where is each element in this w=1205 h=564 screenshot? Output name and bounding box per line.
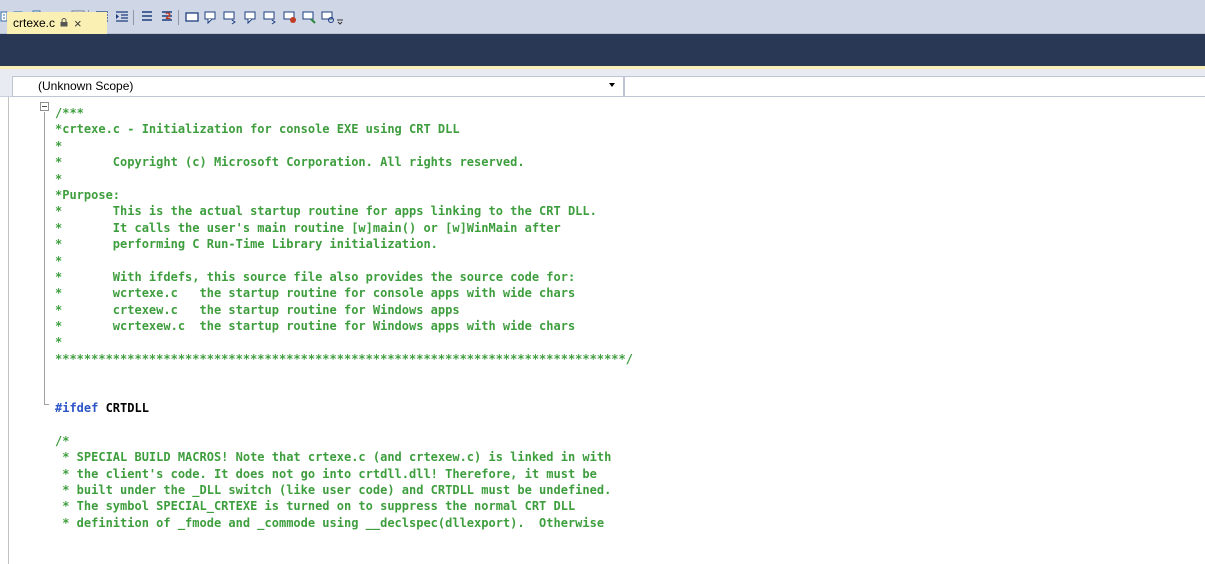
code-line[interactable]: #ifdef CRTDLL <box>55 400 633 416</box>
toolbar-separator <box>178 10 179 25</box>
comment-text: * It calls the user's main routine [w]ma… <box>55 220 561 235</box>
comment-text: *crtexe.c - Initialization for console E… <box>55 122 460 137</box>
comment-text: ****************************************… <box>55 351 633 366</box>
lock-icon <box>60 17 68 29</box>
comment-text: * wcrtexe.c the startup routine for cons… <box>55 286 576 301</box>
code-line[interactable]: * performing C Run-Time Library initiali… <box>55 236 633 252</box>
code-line[interactable]: * wcrtexew.c the startup routine for Win… <box>55 318 633 334</box>
scope-selected-value: (Unknown Scope) <box>38 79 134 93</box>
code-line[interactable]: * definition of _fmode and _commode usin… <box>55 515 633 531</box>
scope-dropdown[interactable]: (Unknown Scope) <box>12 76 624 97</box>
tab-title: crtexe.c <box>13 16 56 30</box>
code-line[interactable]: ****************************************… <box>55 351 633 367</box>
code-line[interactable]: * built under the _DLL switch (like user… <box>55 482 633 498</box>
comment-text: * SPECIAL BUILD MACROS! Note that crtexe… <box>55 450 612 465</box>
code-line[interactable]: * It calls the user's main routine [w]ma… <box>55 220 633 236</box>
code-line[interactable] <box>55 384 633 400</box>
chevron-down-icon <box>609 83 615 87</box>
comment-text: /*** <box>55 106 84 120</box>
comment-text: * crtexew.c the startup routine for Wind… <box>55 302 460 317</box>
prev-bookmark-folder-icon[interactable] <box>243 9 259 25</box>
code-line[interactable]: * the client's code. It does not go into… <box>55 466 633 482</box>
outline-fold-line <box>44 112 45 405</box>
editor-toolbar: A 2 <box>0 0 1205 34</box>
collapse-icon[interactable] <box>40 102 49 111</box>
code-line[interactable]: * <box>55 171 633 187</box>
toggle-bookmark-icon[interactable] <box>184 9 200 25</box>
next-bookmark-icon[interactable] <box>222 9 238 25</box>
uncomment-lines-icon[interactable]: 2 <box>159 9 175 25</box>
preprocessor-keyword: #ifdef <box>55 401 99 416</box>
code-line[interactable]: * Copyright (c) Microsoft Corporation. A… <box>55 154 633 170</box>
comment-text: * The symbol SPECIAL_CRTEXE is turned on… <box>55 499 576 514</box>
find-bookmark-icon[interactable] <box>320 9 336 25</box>
editor-margin-line <box>8 97 9 564</box>
comment-text: * <box>55 171 63 186</box>
comment-text: * This is the actual startup routine for… <box>55 204 597 219</box>
clear-bookmarks-icon[interactable] <box>282 9 298 25</box>
code-line[interactable]: * SPECIAL BUILD MACROS! Note that crtexe… <box>55 449 633 465</box>
comment-text: /* <box>55 433 70 448</box>
bookmark-window-icon[interactable] <box>301 9 317 25</box>
svg-text:2: 2 <box>165 12 171 22</box>
comment-text: *Purpose: <box>55 187 121 202</box>
code-text[interactable]: /*** *crtexe.c - Initialization for conso… <box>55 105 633 531</box>
code-line[interactable]: * The symbol SPECIAL_CRTEXE is turned on… <box>55 498 633 514</box>
prev-bookmark-icon[interactable] <box>203 9 219 25</box>
comment-text: * With ifdefs, this source file also pro… <box>55 269 576 284</box>
comment-text: * performing C Run-Time Library initiali… <box>55 237 438 252</box>
toolbar-separator <box>133 10 134 25</box>
code-line[interactable]: /* <box>55 433 633 449</box>
toolbar-overflow-icon[interactable] <box>336 9 344 25</box>
code-line[interactable]: * crtexew.c the startup routine for Wind… <box>55 302 633 318</box>
comment-text: * built under the _DLL switch (like user… <box>55 482 612 497</box>
next-bookmark-folder-icon[interactable] <box>262 9 278 25</box>
code-line[interactable] <box>55 416 633 432</box>
comment-text: * <box>55 253 63 268</box>
code-line[interactable]: * <box>55 138 633 154</box>
code-line[interactable]: * <box>55 334 633 350</box>
identifier: CRTDLL <box>98 401 149 416</box>
code-line[interactable]: * This is the actual startup routine for… <box>55 203 633 219</box>
comment-lines-icon[interactable] <box>139 9 155 25</box>
code-line[interactable]: * With ifdefs, this source file also pro… <box>55 269 633 285</box>
code-line[interactable]: *crtexe.c - Initialization for console E… <box>55 121 633 137</box>
comment-text: * definition of _fmode and _commode usin… <box>55 515 605 530</box>
code-line[interactable]: * <box>55 253 633 269</box>
code-line[interactable]: /*** <box>55 105 633 121</box>
comment-text: * the client's code. It does not go into… <box>55 466 597 481</box>
code-line[interactable]: * wcrtexe.c the startup routine for cons… <box>55 285 633 301</box>
member-dropdown[interactable] <box>624 76 1205 97</box>
tab-crtexe-c[interactable]: crtexe.c × <box>7 12 107 34</box>
comment-text: * <box>55 138 63 153</box>
increase-indent-icon[interactable] <box>114 9 130 25</box>
comment-text: * wcrtexew.c the startup routine for Win… <box>55 319 576 334</box>
code-line[interactable]: *Purpose: <box>55 187 633 203</box>
code-line[interactable] <box>55 367 633 383</box>
comment-text: * Copyright (c) Microsoft Corporation. A… <box>55 155 525 170</box>
document-tab-bar <box>0 34 1205 68</box>
close-icon[interactable]: × <box>74 16 82 31</box>
comment-text: * <box>55 335 63 350</box>
outline-fold-end <box>44 404 49 405</box>
